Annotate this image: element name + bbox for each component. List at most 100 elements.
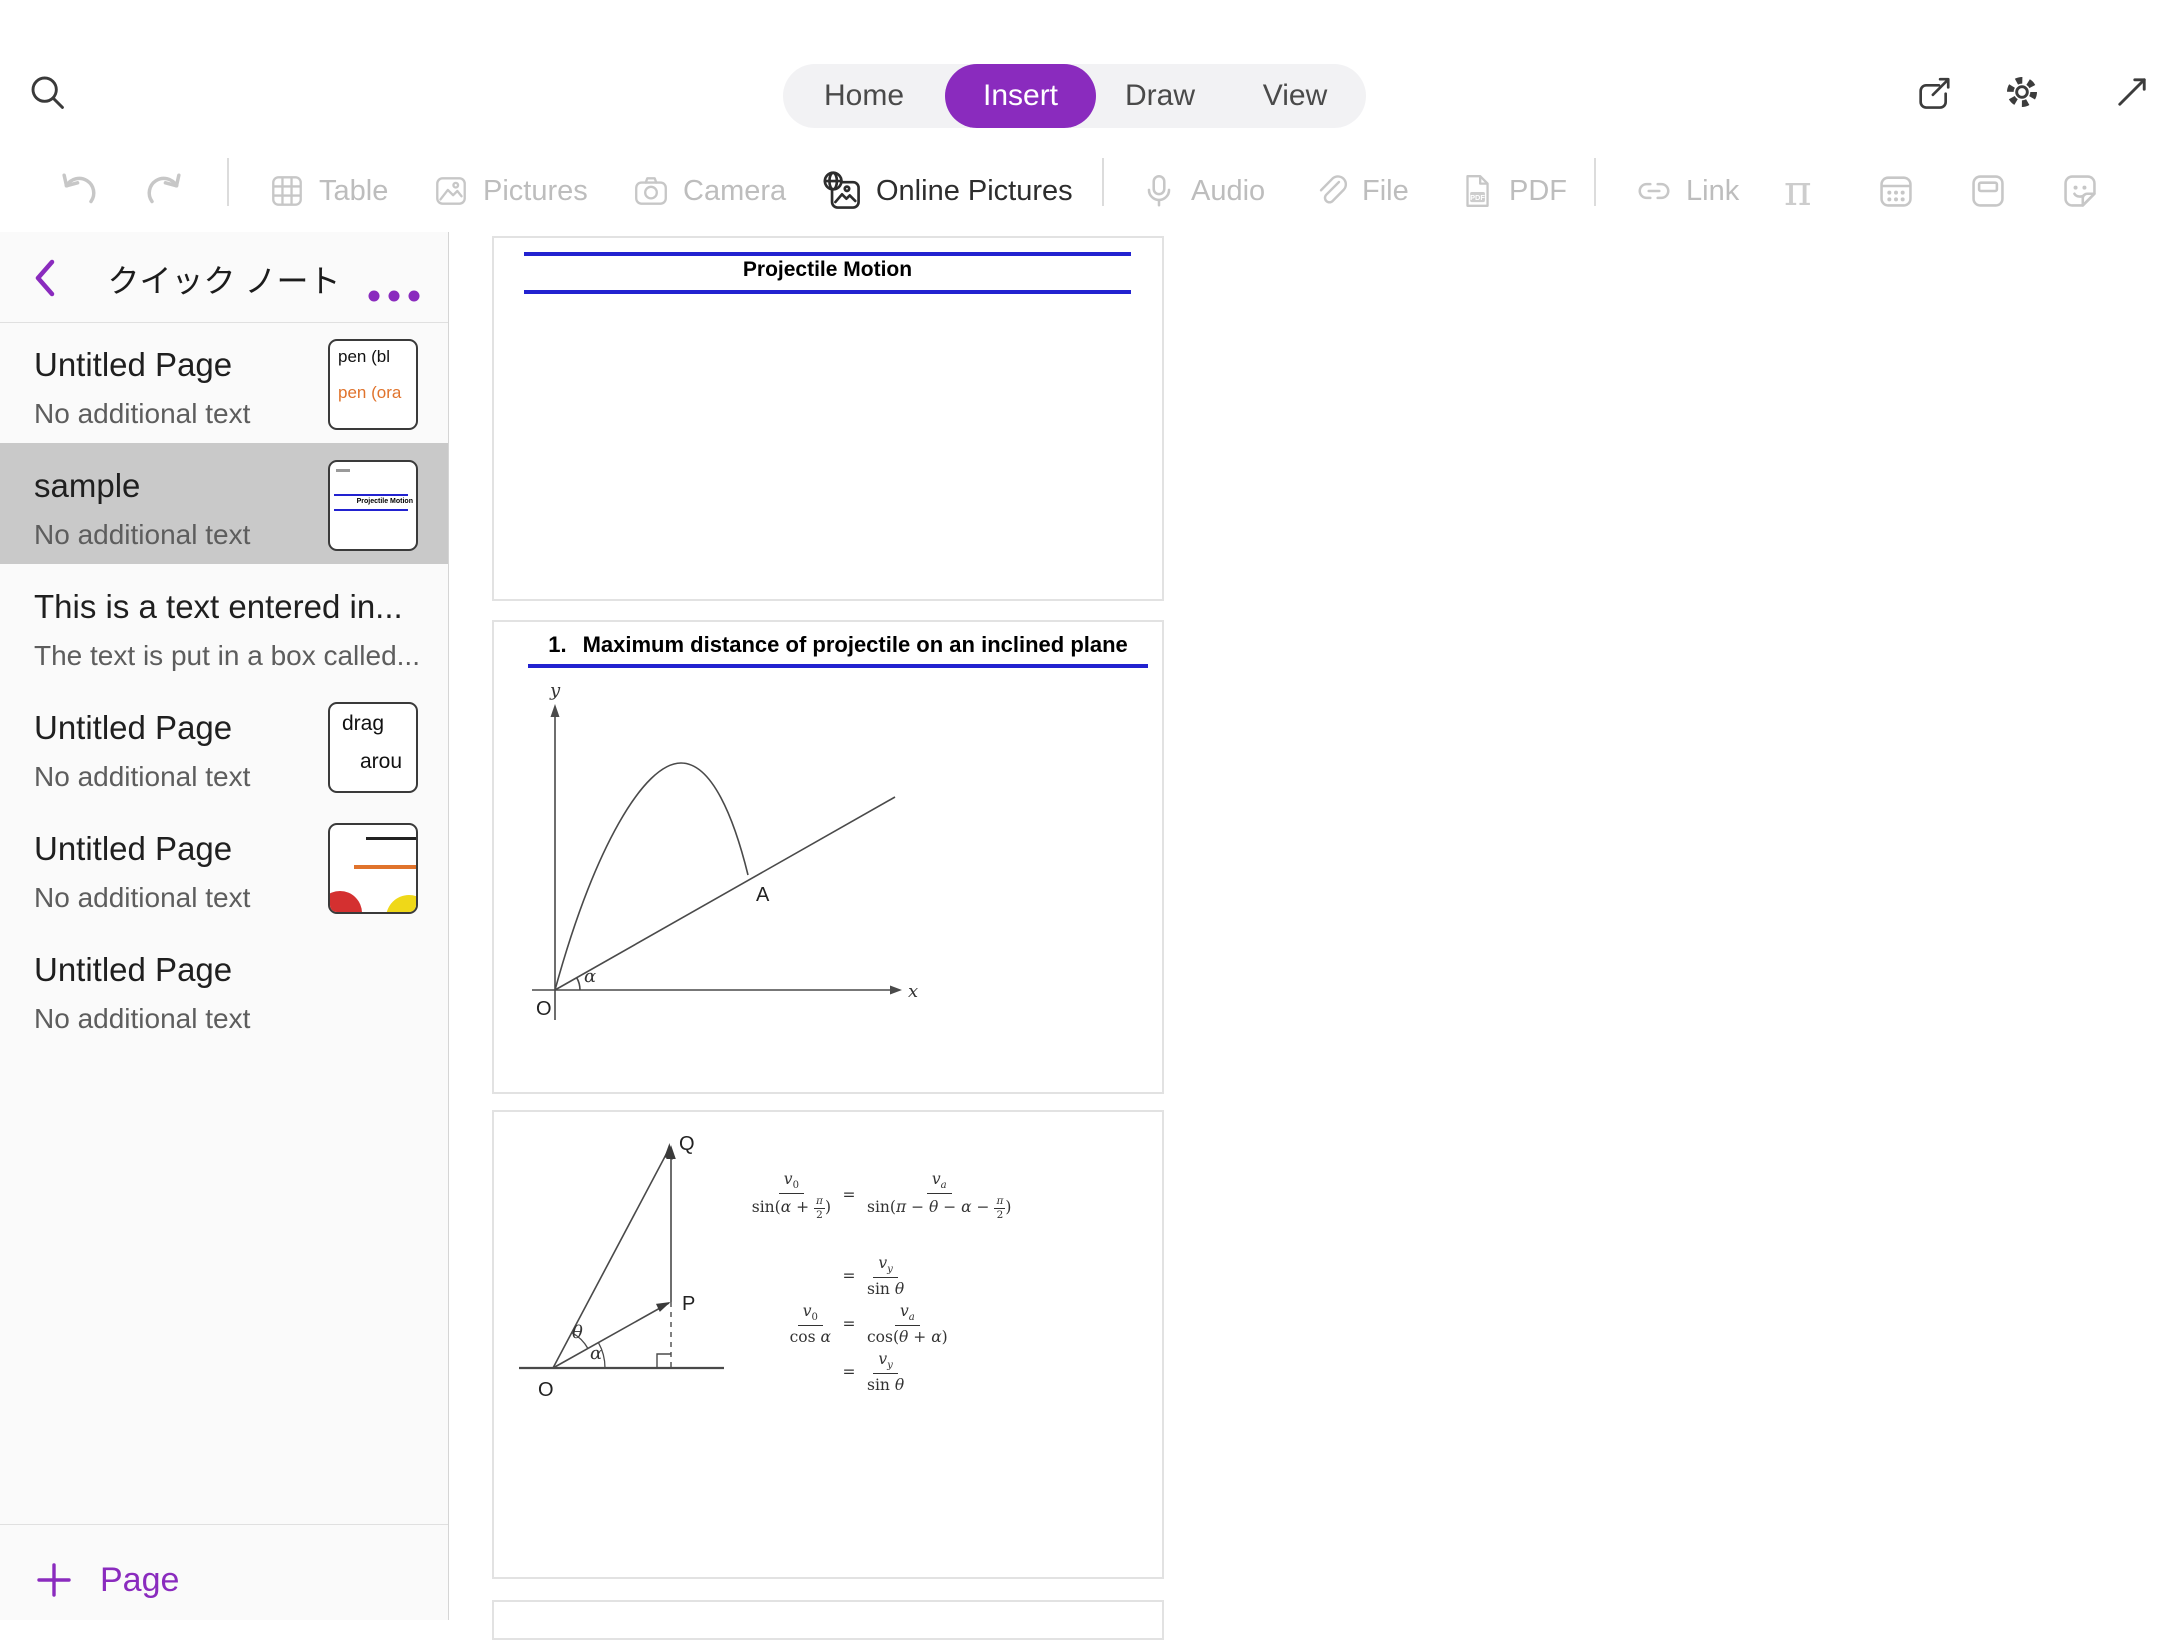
page-title-text: Projectile Motion	[524, 258, 1131, 282]
thumb-ink-drag: drag	[342, 712, 384, 736]
paperclip-icon	[1311, 172, 1349, 210]
tab-view[interactable]: View	[1224, 64, 1366, 128]
title-rule-bottom	[524, 290, 1131, 294]
add-page-label: Page	[100, 1561, 179, 1600]
insert-date-button[interactable]	[1876, 150, 1916, 232]
more-options-button[interactable]	[366, 288, 422, 304]
page-row-untitled-4[interactable]: Untitled Page No additional text	[0, 927, 448, 1048]
undo-icon	[56, 170, 98, 212]
page-list-sidebar: クイック ノート Untitled Page No additional tex…	[0, 232, 449, 1620]
page-row-untitled-2[interactable]: Untitled Page No additional text drag ar…	[0, 685, 448, 806]
sticker-icon	[2060, 171, 2100, 211]
tab-home[interactable]: Home	[783, 64, 945, 128]
share-button[interactable]	[1914, 72, 1954, 112]
pdf-icon: PDF	[1458, 172, 1496, 210]
page-subtitle: No additional text	[34, 398, 250, 430]
settings-button[interactable]	[2002, 72, 2042, 112]
svg-text:A: A	[756, 884, 770, 906]
link-icon	[1635, 172, 1673, 210]
insert-link-button[interactable]: Link	[1635, 150, 1739, 232]
content-block-title[interactable]: Projectile Motion	[492, 236, 1164, 601]
online-pictures-icon	[821, 170, 863, 212]
gear-icon	[2002, 72, 2042, 112]
page-title: Untitled Page	[34, 346, 232, 384]
fullscreen-button[interactable]	[2112, 72, 2152, 112]
table-icon	[268, 172, 306, 210]
equation-row-2: = vy sin θ	[744, 1254, 1016, 1298]
online-pictures-label: Online Pictures	[876, 175, 1073, 208]
svg-text:Q: Q	[679, 1133, 695, 1155]
insert-camera-button[interactable]: Camera	[632, 150, 786, 232]
insert-pdf-button[interactable]: PDF PDF	[1458, 150, 1567, 232]
page-row-untitled-3[interactable]: Untitled Page No additional text	[0, 806, 448, 927]
svg-text:O: O	[536, 998, 552, 1020]
insert-online-pictures-button[interactable]: Online Pictures	[821, 150, 1073, 232]
section-heading-underline	[528, 664, 1148, 668]
camera-icon	[632, 172, 670, 210]
insert-pictures-button[interactable]: Pictures	[432, 150, 588, 232]
insert-sticker-button[interactable]	[2060, 150, 2100, 232]
page-title: Untitled Page	[34, 709, 232, 747]
thumb-orange-stroke	[354, 865, 416, 869]
sidebar-header: クイック ノート	[0, 232, 448, 322]
page-title: sample	[34, 467, 140, 505]
audio-label: Audio	[1191, 175, 1265, 208]
page-subtitle: No additional text	[34, 761, 250, 793]
page-row-untitled-1[interactable]: Untitled Page No additional text pen (bl…	[0, 322, 448, 443]
equation-row-4: = vy sin θ	[744, 1350, 1016, 1394]
svg-text:y: y	[549, 680, 561, 701]
table-label: Table	[319, 175, 388, 208]
page-row-textbox-note[interactable]: This is a text entered in... The text is…	[0, 564, 448, 685]
share-icon	[1914, 72, 1954, 112]
title-rule-top	[524, 252, 1131, 256]
redo-button[interactable]	[145, 150, 187, 232]
trajectory-diagram: y x O A α	[494, 678, 1162, 1092]
insert-table-button[interactable]: Table	[268, 150, 388, 232]
pdf-label: PDF	[1509, 175, 1567, 208]
add-page-button[interactable]: Page	[0, 1540, 448, 1620]
equation-row-1: v0 sin(α + π2) = va sin(π − θ − α − π2)	[744, 1170, 1016, 1220]
insert-textbox-button[interactable]	[1968, 150, 2008, 232]
ribbon-divider	[1102, 158, 1104, 206]
link-label: Link	[1686, 175, 1739, 208]
insert-math-button[interactable]: π	[1784, 150, 1812, 232]
svg-text:PDF: PDF	[1470, 193, 1485, 202]
ribbon-tabbar: Home Insert Draw View	[783, 64, 1366, 128]
thumb-blue-line	[334, 509, 408, 511]
sidebar-footer-divider	[0, 1524, 448, 1525]
insert-audio-button[interactable]: Audio	[1140, 150, 1265, 232]
content-block-trajectory[interactable]: 1. Maximum distance of projectile on an i…	[492, 620, 1164, 1094]
page-subtitle: No additional text	[34, 519, 250, 551]
textbox-icon	[1968, 171, 2008, 211]
undo-button[interactable]	[56, 150, 98, 232]
calendar-icon	[1876, 171, 1916, 211]
content-block-vectors[interactable]: Q P O θ α v0 sin(α + π2) = va sin(π − θ …	[492, 1110, 1164, 1579]
equation-row-3: v0 cos α = va cos(θ + α)	[744, 1302, 1016, 1346]
page-thumbnail: drag arou	[328, 702, 418, 793]
equation-block: v0 sin(α + π2) = va sin(π − θ − α − π2) …	[744, 1170, 1016, 1394]
thumb-ink-orange: pen (ora	[338, 383, 401, 403]
thumb-ink-black: pen (bl	[338, 347, 390, 367]
math-pi-icon: π	[1784, 170, 1812, 212]
pictures-label: Pictures	[483, 175, 588, 208]
svg-text:P: P	[682, 1293, 695, 1315]
pictures-icon	[432, 172, 470, 210]
microphone-icon	[1140, 172, 1178, 210]
thumb-red-blob	[328, 891, 362, 914]
section-heading-text: Maximum distance of projectile on an inc…	[583, 632, 1128, 657]
thumb-yellow-blob	[386, 895, 418, 914]
page-subtitle: The text is put in a box called...	[34, 640, 420, 672]
redo-icon	[145, 170, 187, 212]
tab-insert[interactable]: Insert	[945, 64, 1096, 128]
thumb-mini-title: Projectile Motion	[357, 498, 413, 505]
section-number: 1.	[548, 632, 566, 657]
insert-file-button[interactable]: File	[1311, 150, 1409, 232]
content-block-next[interactable]	[492, 1600, 1164, 1640]
page-thumbnail: Projectile Motion	[328, 460, 418, 551]
search-button[interactable]	[28, 73, 68, 113]
tab-draw[interactable]: Draw	[1096, 64, 1224, 128]
thumb-black-stroke	[366, 837, 416, 840]
page-row-sample[interactable]: sample No additional text Projectile Mot…	[0, 443, 448, 564]
expand-icon	[2112, 72, 2152, 112]
page-subtitle: No additional text	[34, 882, 250, 914]
